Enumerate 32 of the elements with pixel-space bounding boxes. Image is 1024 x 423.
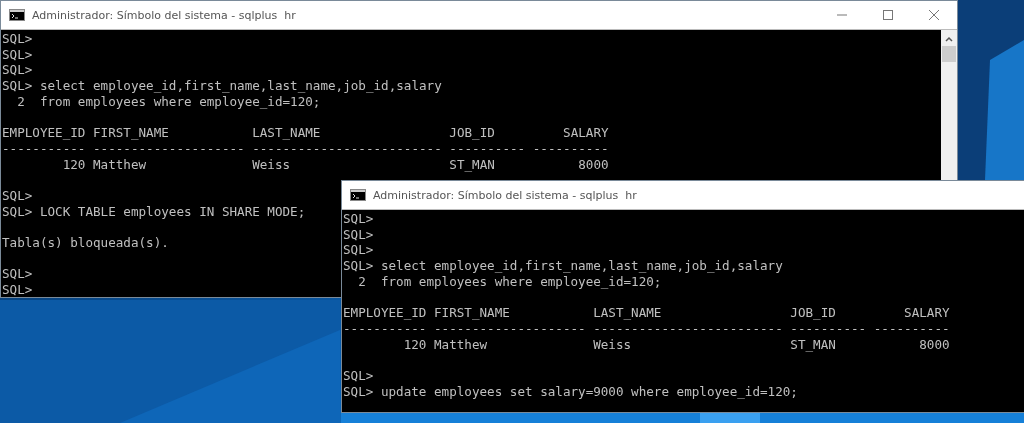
- scroll-up-icon[interactable]: [945, 36, 953, 42]
- console-line: SQL>: [2, 31, 33, 47]
- console-line: SQL>: [343, 226, 374, 243]
- console-line: 120 Matthew Weiss ST_MAN 8000: [402, 336, 950, 353]
- console-line: SQL> LOCK TABLE employees IN SHARE MODE;: [2, 203, 306, 220]
- console-icon: [9, 9, 25, 21]
- console-line: SQL>: [343, 211, 374, 227]
- console-line: SQL> select employee_id,first_name,last_name,job_id,salary: [2, 78, 442, 94]
- scroll-thumb[interactable]: [942, 46, 956, 62]
- console-line: 2 from employees where employee_id=120;: [357, 273, 662, 290]
- window-title: Administrador: Símbolo del sistema - sqlplus hr: [373, 188, 637, 202]
- console-line: SQL> select employee_id,first_name,last_name,job_id,salary: [343, 258, 783, 274]
- console-line: SQL>: [2, 188, 33, 204]
- window-title: Administrador: Símbolo del sistema - sqlplus hr: [32, 8, 296, 22]
- close-icon: [929, 10, 939, 20]
- console-line: SQL>: [343, 242, 374, 259]
- console-line: EMPLOYEE_ID FIRST_NAME LAST_NAME JOB_ID SALARY: [343, 305, 950, 321]
- minimize-icon: [837, 14, 847, 16]
- console-line: ----------- -------------------- ------------------------- ---------- ----------: [343, 320, 950, 337]
- console-line: SQL>: [2, 282, 33, 297]
- maximize-icon: [883, 10, 893, 20]
- console-line: 2 from employees where employee_id=120;: [16, 93, 321, 110]
- console-line: SQL>: [2, 62, 33, 79]
- console-line: Tabla(s) bloqueada(s).: [2, 235, 169, 251]
- console-line: EMPLOYEE_ID FIRST_NAME LAST_NAME JOB_ID SALARY: [2, 125, 609, 141]
- console-line: SQL> update employees set salary=9000 where employee_id=120;: [343, 383, 798, 400]
- console-line: 120 Matthew Weiss ST_MAN 8000: [61, 156, 609, 173]
- console-line: SQL>: [2, 46, 33, 63]
- console-line: SQL>: [2, 266, 33, 283]
- console-line: SQL>: [343, 368, 374, 384]
- console-line: ----------- -------------------- ------------------------- ---------- ----------: [2, 140, 609, 157]
- console-icon: [350, 189, 366, 201]
